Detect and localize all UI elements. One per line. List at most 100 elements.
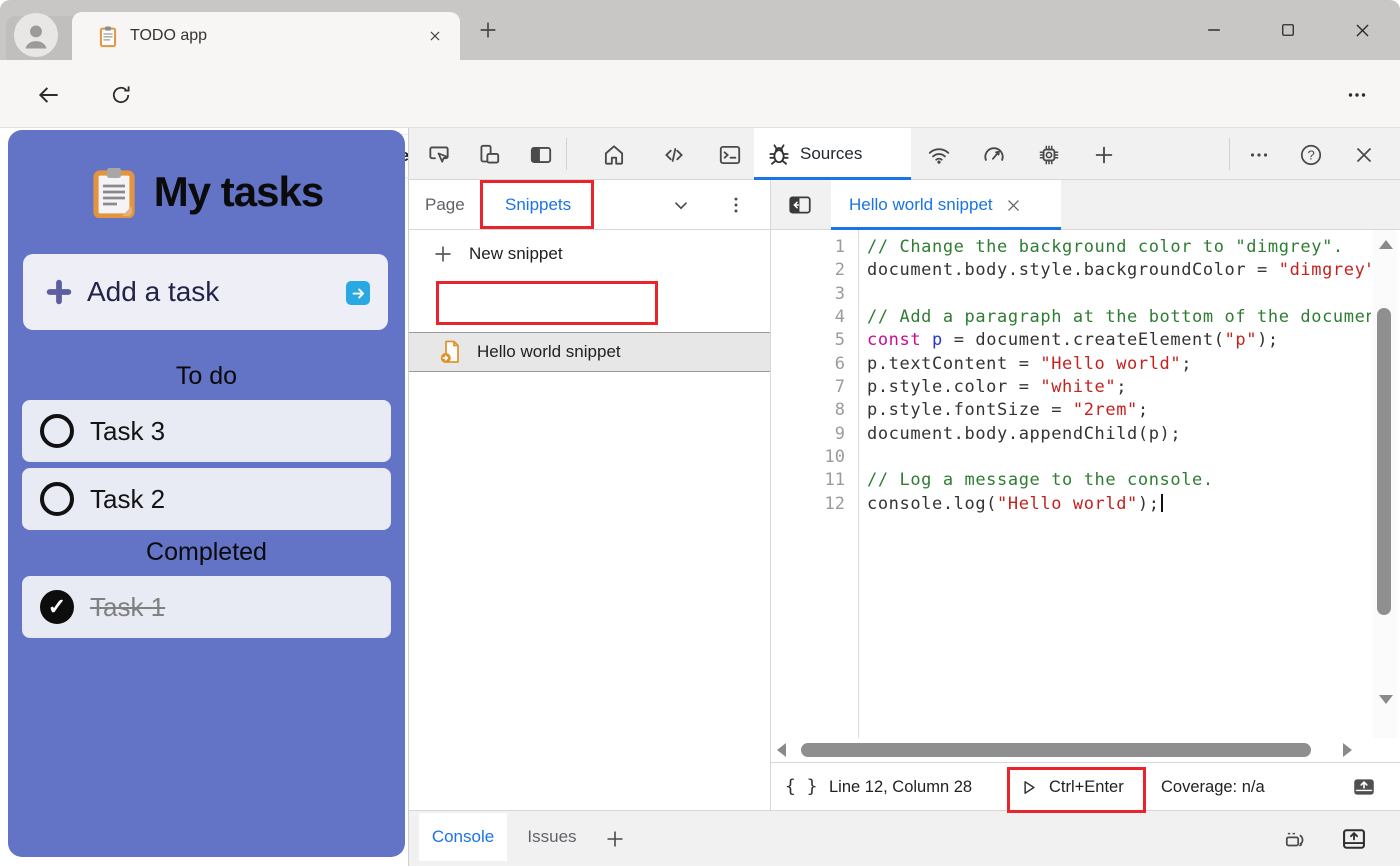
line-number: 3: [771, 283, 845, 306]
line-number: 12: [771, 493, 845, 516]
browser-tab-todo-app[interactable]: TODO app: [72, 12, 460, 60]
code-line[interactable]: // Add a paragraph at the bottom of the …: [867, 306, 1371, 329]
device-emulation-button[interactable]: [475, 141, 503, 169]
minimize-button[interactable]: [1200, 16, 1228, 44]
refresh-button[interactable]: [108, 82, 134, 108]
close-icon: [1352, 143, 1376, 167]
more-tabs-button[interactable]: [667, 191, 695, 219]
code-brackets-icon: [661, 142, 687, 168]
tab-close-button[interactable]: [424, 25, 446, 47]
new-snippet-button[interactable]: New snippet: [409, 230, 770, 278]
browser-menu-button[interactable]: [1344, 82, 1370, 108]
close-window-button[interactable]: [1348, 16, 1376, 44]
line-numbers: 123456789101112: [771, 230, 845, 738]
vertical-scroll-thumb[interactable]: [1377, 308, 1391, 615]
code-line[interactable]: p.style.color = "white";: [867, 376, 1371, 399]
code-line[interactable]: p.textContent = "Hello world";: [867, 353, 1371, 376]
arrow-right-icon: [351, 286, 366, 301]
editor-status-bar: { } Line 12, Column 28 Ctrl+Enter Covera…: [771, 762, 1400, 810]
line-number: 6: [771, 353, 845, 376]
hide-navigator-button[interactable]: [785, 191, 815, 219]
clipboard-icon: [90, 166, 138, 218]
code-line[interactable]: console.log("Hello world");: [867, 493, 1371, 516]
code-line[interactable]: document.body.appendChild(p);: [867, 423, 1371, 446]
scroll-down-arrow[interactable]: [1379, 695, 1393, 704]
code-line[interactable]: [867, 446, 1371, 469]
run-snippet-play-icon[interactable]: [1019, 777, 1040, 798]
inspect-element-button[interactable]: [425, 141, 453, 169]
line-number: 5: [771, 329, 845, 352]
task-item[interactable]: ✓Task 1: [22, 576, 391, 638]
memory-panel-button[interactable]: [1035, 141, 1063, 169]
line-number: 7: [771, 376, 845, 399]
code-line[interactable]: const p = document.createElement("p");: [867, 329, 1371, 352]
horizontal-scrollbar[interactable]: [771, 738, 1400, 762]
rotate-device-button[interactable]: [1282, 825, 1310, 853]
task-item[interactable]: Task 2: [22, 468, 391, 530]
tab-page[interactable]: Page: [425, 180, 465, 230]
line-number: 9: [771, 423, 845, 446]
panel-layout-icon: [528, 142, 554, 168]
back-button[interactable]: [36, 82, 62, 108]
task-checkbox[interactable]: ✓: [40, 590, 74, 624]
plus-icon: [603, 827, 627, 851]
scroll-left-arrow[interactable]: [777, 743, 786, 757]
collapse-panel-left-icon: [786, 192, 814, 218]
tab-snippets[interactable]: Snippets: [505, 180, 571, 230]
more-tools-button[interactable]: [1245, 141, 1273, 169]
add-task-input[interactable]: Add a task: [23, 254, 388, 330]
welcome-panel-button[interactable]: [600, 141, 628, 169]
help-button[interactable]: ?: [1297, 141, 1325, 169]
console-panel-button[interactable]: [716, 141, 744, 169]
task-checkbox[interactable]: [40, 414, 74, 448]
task-item[interactable]: Task 3: [22, 400, 391, 462]
editor-tab-hello-world-snippet[interactable]: Hello world snippet: [831, 180, 1061, 230]
section-label: To do: [8, 360, 405, 392]
code-line[interactable]: // Log a message to the console.: [867, 469, 1371, 492]
code-line[interactable]: // Change the background color to "dimgr…: [867, 236, 1371, 259]
drawer-tab-console[interactable]: Console: [419, 813, 507, 861]
focus-mode-button[interactable]: [527, 141, 555, 169]
minimize-icon: [1204, 20, 1224, 40]
code-lines[interactable]: // Change the background color to "dimgr…: [867, 230, 1371, 738]
toolbar-divider: [1229, 138, 1230, 170]
navigator-menu-button[interactable]: [722, 191, 750, 219]
page-title: My tasks: [154, 168, 323, 216]
clipboard-favicon-icon: [98, 25, 118, 48]
editor-tab-label: Hello world snippet: [849, 195, 993, 215]
expand-drawer-button[interactable]: [1340, 825, 1368, 853]
pretty-print-button[interactable]: { }: [785, 763, 818, 811]
task-checkbox[interactable]: [40, 482, 74, 516]
code-line[interactable]: p.style.fontSize = "2rem";: [867, 399, 1371, 422]
vertical-scrollbar[interactable]: [1373, 230, 1397, 738]
code-line[interactable]: document.body.style.backgroundColor = "d…: [867, 259, 1371, 282]
panel-up-box-icon: [1340, 825, 1368, 853]
maximize-button[interactable]: [1274, 16, 1302, 44]
drawer-tab-issues[interactable]: Issues: [521, 813, 583, 861]
text-caret: [1161, 494, 1163, 512]
back-arrow-icon: [36, 82, 62, 108]
code-line[interactable]: [867, 283, 1371, 306]
plus-icon: [477, 19, 499, 41]
tab-sources[interactable]: Sources: [754, 128, 911, 180]
close-editor-tab-button[interactable]: [1005, 197, 1022, 214]
run-shortcut-label[interactable]: Ctrl+Enter: [1049, 763, 1124, 811]
close-devtools-button[interactable]: [1350, 141, 1378, 169]
add-drawer-tab-button[interactable]: [601, 825, 629, 853]
avatar[interactable]: [14, 13, 58, 57]
todo-header: My tasks: [8, 166, 405, 218]
horizontal-scroll-thumb[interactable]: [801, 743, 1311, 757]
svg-text:?: ?: [1308, 148, 1315, 163]
add-task-submit-button[interactable]: [346, 281, 370, 305]
new-snippet-label: New snippet: [469, 244, 563, 264]
refresh-icon: [109, 83, 133, 107]
snippet-item-hello-world[interactable]: Hello world snippet: [409, 332, 770, 372]
scroll-right-arrow[interactable]: [1343, 743, 1352, 757]
scroll-up-arrow[interactable]: [1379, 240, 1393, 249]
show-drawer-button[interactable]: [1351, 774, 1377, 800]
network-panel-button[interactable]: [925, 141, 953, 169]
elements-panel-button[interactable]: [660, 141, 688, 169]
add-panel-button[interactable]: [1090, 141, 1118, 169]
performance-panel-button[interactable]: [980, 141, 1008, 169]
new-tab-button[interactable]: [476, 18, 500, 42]
